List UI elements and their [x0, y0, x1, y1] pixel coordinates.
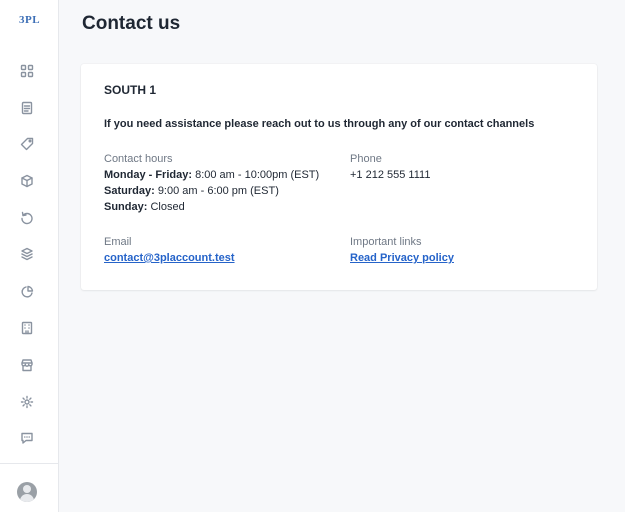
pie-chart-icon[interactable] — [17, 282, 37, 302]
avatar-head — [23, 485, 31, 493]
hours-weekdays-day: Monday - Friday: — [104, 169, 193, 181]
hours-sunday-day: Sunday: — [104, 201, 148, 213]
contact-card: SOUTH 1 If you need assistance please re… — [81, 64, 597, 290]
hours-sunday: Sunday: Closed — [104, 201, 185, 213]
privacy-policy-link[interactable]: Read Privacy policy — [350, 252, 454, 264]
hours-weekdays: Monday - Friday: 8:00 am - 10:00pm (EST) — [104, 169, 319, 181]
email-label: Email — [104, 236, 132, 248]
hours-weekdays-time: 8:00 am - 10:00pm (EST) — [195, 169, 320, 181]
hours-saturday: Saturday: 9:00 am - 6:00 pm (EST) — [104, 185, 279, 197]
region-title: SOUTH 1 — [104, 83, 157, 97]
avatar-body — [20, 494, 34, 502]
email-link[interactable]: contact@3placcount.test — [104, 252, 235, 264]
user-avatar[interactable] — [17, 482, 37, 502]
refresh-icon[interactable] — [17, 208, 37, 228]
contact-hours-label: Contact hours — [104, 153, 173, 165]
hours-sunday-time: Closed — [150, 201, 185, 213]
grid-icon[interactable] — [17, 61, 37, 81]
tag-icon[interactable] — [17, 134, 37, 154]
hours-saturday-time: 9:00 am - 6:00 pm (EST) — [157, 185, 279, 197]
important-links-label: Important links — [350, 236, 422, 248]
sidebar: 3PL — [0, 0, 59, 512]
hours-saturday-day: Saturday: — [104, 185, 155, 197]
intro-text: If you need assistance please reach out … — [104, 118, 535, 130]
building-icon[interactable] — [17, 318, 37, 338]
store-icon[interactable] — [17, 355, 37, 375]
gear-icon[interactable] — [17, 392, 37, 412]
phone-label: Phone — [350, 153, 382, 165]
box-icon[interactable] — [17, 171, 37, 191]
app-logo[interactable]: 3PL — [0, 14, 59, 34]
phone-value: +1 212 555 1111 — [350, 169, 431, 181]
stack-icon[interactable] — [17, 244, 37, 264]
sidebar-divider — [0, 463, 59, 464]
page-title: Contact us — [82, 13, 181, 34]
document-icon[interactable] — [17, 98, 37, 118]
chat-icon[interactable] — [17, 428, 37, 448]
